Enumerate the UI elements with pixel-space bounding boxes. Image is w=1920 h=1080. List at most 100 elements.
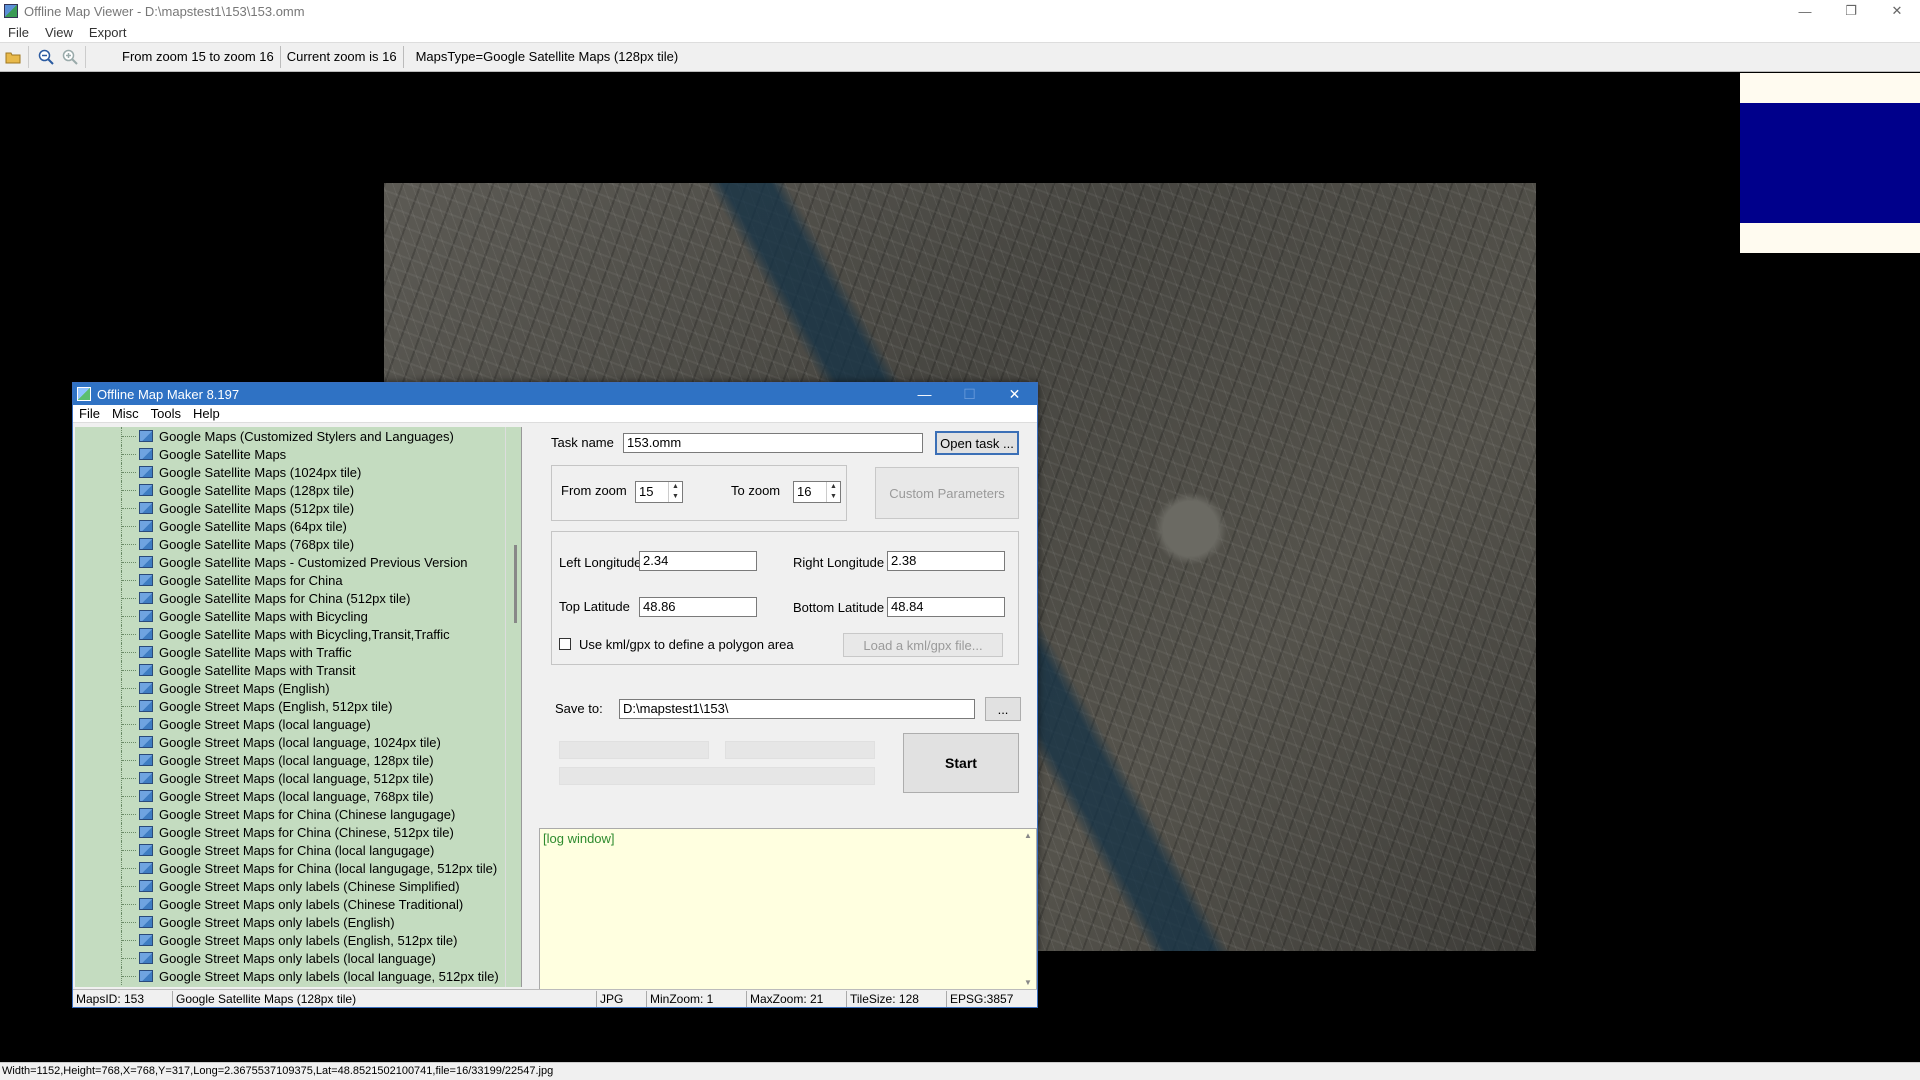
- tree-item[interactable]: Google Satellite Maps - Customized Previ…: [75, 553, 521, 571]
- tree-item[interactable]: Google Satellite Maps for China: [75, 571, 521, 589]
- tree-item[interactable]: Google Satellite Maps (512px tile): [75, 499, 521, 517]
- tree-item[interactable]: Google Street Maps (English): [75, 679, 521, 697]
- map-type-icon: [139, 826, 153, 838]
- status-format: JPG: [597, 991, 647, 1007]
- left-longitude-input[interactable]: 2.34: [639, 551, 757, 571]
- restore-button[interactable]: ❐: [1828, 0, 1874, 22]
- zoom-range-text: From zoom 15 to zoom 16: [116, 46, 281, 68]
- dialog-close-button[interactable]: ✕: [992, 383, 1037, 405]
- tree-item[interactable]: Google Street Maps (local language, 128p…: [75, 751, 521, 769]
- log-window[interactable]: [log window] ▲ ▼: [539, 828, 1037, 990]
- tree-item[interactable]: Google Street Maps (local language, 512p…: [75, 769, 521, 787]
- tree-item-label: Google Satellite Maps: [159, 446, 287, 462]
- tree-item[interactable]: Google Satellite Maps with Bicycling,Tra…: [75, 625, 521, 643]
- tree-item[interactable]: Google Satellite Maps (1024px tile): [75, 463, 521, 481]
- tree-item[interactable]: Google Street Maps only labels (local la…: [75, 949, 521, 967]
- save-to-input[interactable]: D:\mapstest1\153\: [619, 699, 975, 719]
- tree-item[interactable]: Google Street Maps only labels (English,…: [75, 931, 521, 949]
- offline-map-maker-dialog: Offline Map Maker 8.197 — ☐ ✕ File Misc …: [72, 382, 1038, 1008]
- tree-item[interactable]: Google Satellite Maps (128px tile): [75, 481, 521, 499]
- dialog-menu-help[interactable]: Help: [187, 406, 226, 421]
- minimize-button[interactable]: —: [1782, 0, 1828, 22]
- tree-item[interactable]: Google Street Maps only labels (English): [75, 913, 521, 931]
- menu-export[interactable]: Export: [81, 25, 135, 40]
- kml-checkbox-label: Use kml/gpx to define a polygon area: [579, 637, 794, 652]
- dialog-maximize-button[interactable]: ☐: [947, 383, 992, 405]
- tree-item-label: Google Street Maps only labels (English): [159, 914, 395, 930]
- bottom-latitude-input[interactable]: 48.84: [887, 597, 1005, 617]
- menu-view[interactable]: View: [37, 25, 81, 40]
- tree-item-label: Google Street Maps (local language, 1024…: [159, 734, 441, 750]
- map-type-icon: [139, 538, 153, 550]
- tree-item[interactable]: Google Street Maps for China (local lang…: [75, 859, 521, 877]
- top-latitude-input[interactable]: 48.86: [639, 597, 757, 617]
- right-longitude-input[interactable]: 2.38: [887, 551, 1005, 571]
- tree-item[interactable]: Google Satellite Maps (64px tile): [75, 517, 521, 535]
- tree-item[interactable]: Google Street Maps only labels (local la…: [75, 967, 521, 985]
- tree-item[interactable]: Google Satellite Maps with Bicycling: [75, 607, 521, 625]
- tree-item[interactable]: Google Street Maps for China (Chinese, 5…: [75, 823, 521, 841]
- kml-checkbox[interactable]: [559, 638, 571, 650]
- tree-item[interactable]: Google Street Maps (English, 512px tile): [75, 697, 521, 715]
- tree-item-label: Google Maps (Customized Stylers and Lang…: [159, 428, 454, 444]
- to-zoom-value: 16: [797, 484, 812, 499]
- tree-item-label: Google Street Maps (local language): [159, 716, 371, 732]
- dialog-menu-file[interactable]: File: [73, 406, 106, 421]
- map-type-icon: [139, 718, 153, 730]
- log-scrollbar[interactable]: ▲ ▼: [1020, 829, 1036, 989]
- tree-item[interactable]: Google Street Maps (local language, 1024…: [75, 733, 521, 751]
- maps-type-tree[interactable]: Google Maps (Customized Stylers and Lang…: [75, 427, 522, 987]
- dialog-menu-tools[interactable]: Tools: [145, 406, 187, 421]
- map-type-icon: [139, 574, 153, 586]
- tree-item[interactable]: Google Satellite Maps with Traffic: [75, 643, 521, 661]
- maps-type-text: MapsType=Google Satellite Maps (128px ti…: [415, 49, 679, 64]
- tree-item[interactable]: Google Maps (Customized Stylers and Lang…: [75, 427, 521, 445]
- start-button[interactable]: Start: [903, 733, 1019, 793]
- tree-scrollbar-thumb[interactable]: [514, 545, 517, 623]
- custom-parameters-button[interactable]: Custom Parameters: [875, 467, 1019, 519]
- tree-item[interactable]: Google Street Maps for China (local lang…: [75, 841, 521, 859]
- spinner-arrows-icon[interactable]: ▲ ▼: [826, 482, 840, 502]
- tree-item[interactable]: Google Street Maps only labels (Chinese …: [75, 877, 521, 895]
- tree-item-label: Google Street Maps for China (local lang…: [159, 860, 498, 876]
- tree-item[interactable]: Google Street Maps (local language, 768p…: [75, 787, 521, 805]
- open-folder-icon[interactable]: [2, 46, 24, 68]
- scroll-up-icon[interactable]: ▲: [1020, 831, 1036, 840]
- tree-item-label: Google Satellite Maps with Transit: [159, 662, 356, 678]
- main-menubar: File View Export: [0, 22, 1920, 42]
- from-zoom-spinner[interactable]: 15 ▲ ▼: [635, 481, 683, 503]
- close-button[interactable]: ✕: [1874, 0, 1920, 22]
- tree-item-label: Google Satellite Maps (1024px tile): [159, 464, 362, 480]
- menu-file[interactable]: File: [0, 25, 37, 40]
- progress-bar-1: [559, 741, 709, 759]
- open-task-button[interactable]: Open task ...: [935, 431, 1019, 455]
- zoom-out-icon[interactable]: [35, 46, 57, 68]
- toolbar-separator: [28, 46, 29, 68]
- from-zoom-label: From zoom: [561, 483, 627, 498]
- tree-item[interactable]: Google Street Maps only labels (Chinese …: [75, 895, 521, 913]
- dialog-menu-misc[interactable]: Misc: [106, 406, 145, 421]
- map-type-icon: [139, 898, 153, 910]
- from-zoom-value: 15: [639, 484, 654, 499]
- load-kml-button[interactable]: Load a kml/gpx file...: [843, 633, 1003, 657]
- app-icon: [4, 4, 18, 18]
- browse-button[interactable]: ...: [985, 697, 1021, 721]
- zoom-in-icon[interactable]: [59, 46, 81, 68]
- map-type-icon: [139, 736, 153, 748]
- dialog-status-bar: MapsID: 153 Google Satellite Maps (128px…: [73, 989, 1037, 1007]
- tree-item[interactable]: Google Street Maps for China (Chinese la…: [75, 805, 521, 823]
- to-zoom-spinner[interactable]: 16 ▲ ▼: [793, 481, 841, 503]
- task-name-input[interactable]: 153.omm: [623, 433, 923, 453]
- tree-item[interactable]: Google Satellite Maps (768px tile): [75, 535, 521, 553]
- tree-item[interactable]: Google Satellite Maps: [75, 445, 521, 463]
- spinner-arrows-icon[interactable]: ▲ ▼: [668, 482, 682, 502]
- tree-scrollbar[interactable]: [505, 427, 521, 987]
- tree-item-label: Google Satellite Maps with Bicycling: [159, 608, 368, 624]
- tree-item[interactable]: Google Satellite Maps for China (512px t…: [75, 589, 521, 607]
- dialog-titlebar[interactable]: Offline Map Maker 8.197 — ☐ ✕: [73, 383, 1037, 405]
- scroll-down-icon[interactable]: ▼: [1020, 978, 1036, 987]
- tree-item[interactable]: Google Street Maps (local language): [75, 715, 521, 733]
- tree-item-label: Google Street Maps for China (Chinese, 5…: [159, 824, 454, 840]
- tree-item[interactable]: Google Satellite Maps with Transit: [75, 661, 521, 679]
- dialog-minimize-button[interactable]: —: [902, 383, 947, 405]
